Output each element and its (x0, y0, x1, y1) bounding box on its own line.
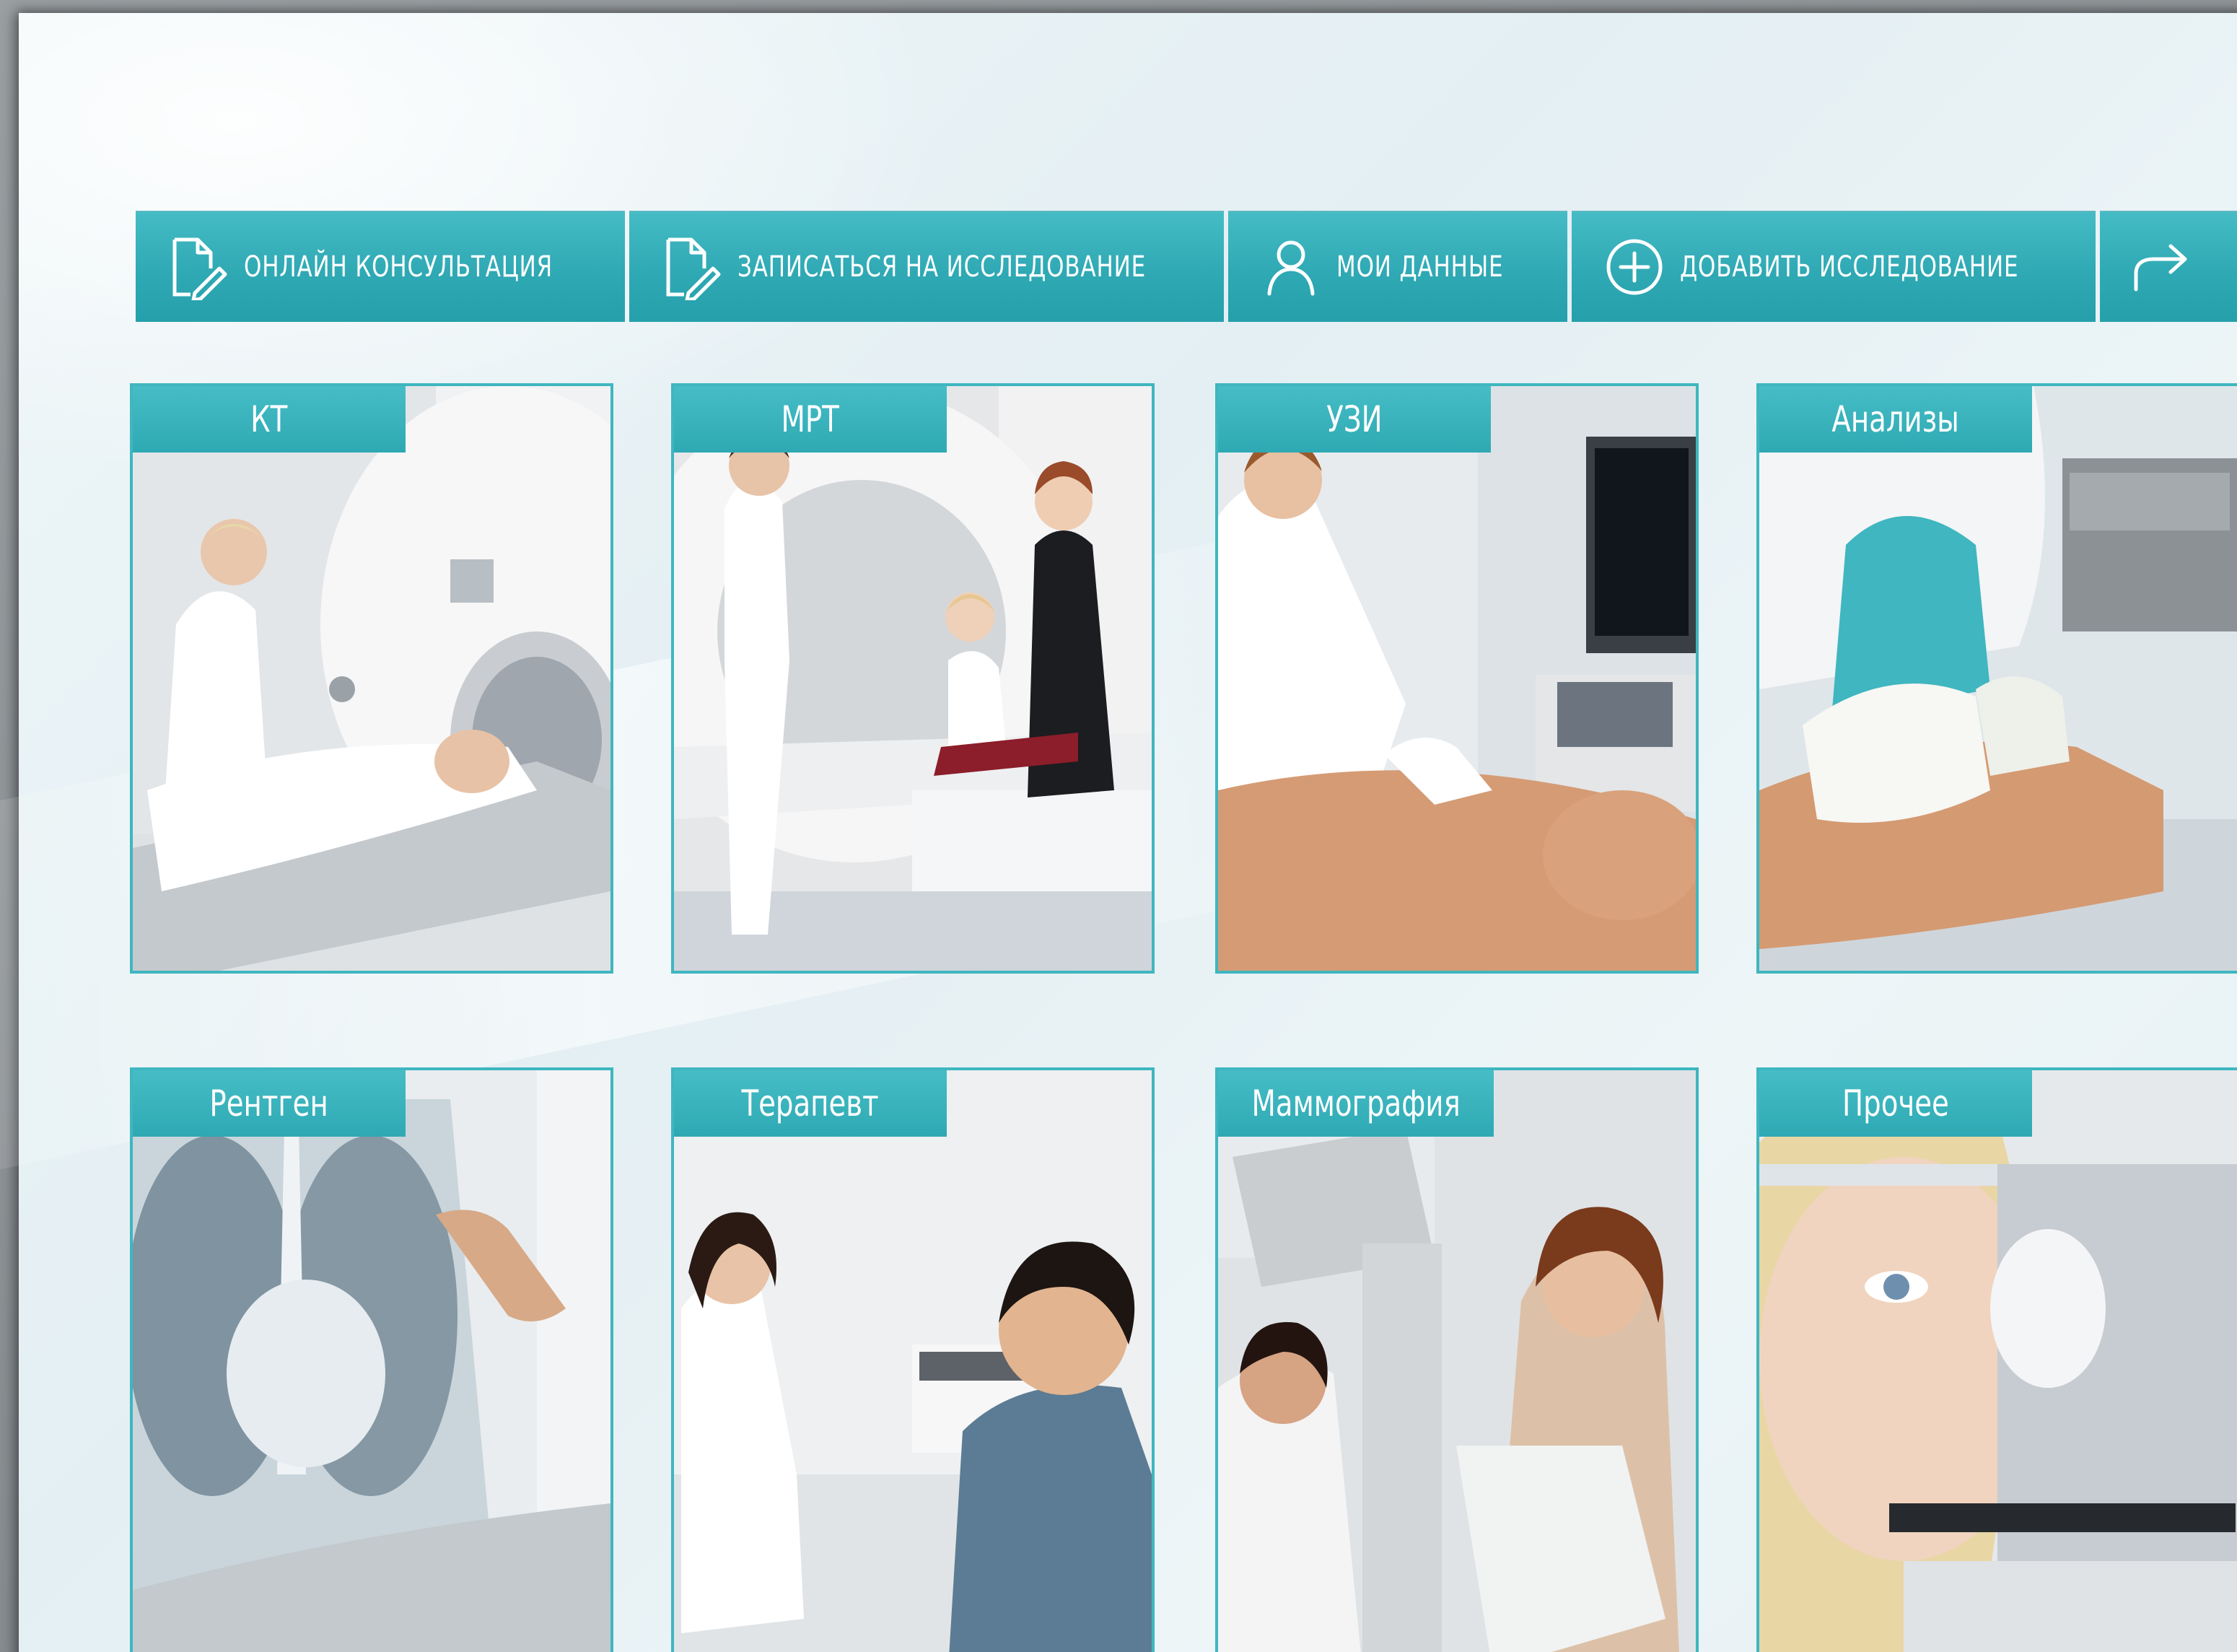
tile-title: Терапевт (674, 1070, 947, 1137)
tile-title: Прочее (1759, 1070, 2032, 1137)
tile-analyses[interactable]: Анализы (1756, 383, 2237, 974)
tile-ct[interactable]: КТ (130, 383, 613, 974)
tile-title: Анализы (1759, 386, 2032, 453)
nav-label: МОИ ДАННЫЕ (1336, 250, 1504, 284)
tile-title: МРТ (674, 386, 947, 453)
therapist-photo (674, 1070, 1152, 1652)
nav-button-share[interactable] (2100, 211, 2237, 322)
user-icon (1261, 234, 1321, 300)
document-pen-icon (662, 234, 722, 300)
share-arrow-icon (2132, 234, 2191, 300)
ultrasound-photo (1218, 386, 1696, 971)
tile-title: Рентген (133, 1070, 406, 1137)
nav-button-online-consultation[interactable]: ОНЛАЙН КОНСУЛЬТАЦИЯ (136, 211, 625, 322)
tile-therapist[interactable]: Терапевт (671, 1067, 1155, 1652)
blood-test-photo (1759, 386, 2237, 971)
plus-circle-icon (1605, 234, 1664, 300)
nav-button-book-examination[interactable]: ЗАПИСАТЬСЯ НА ИССЛЕДОВАНИЕ (629, 211, 1224, 322)
tile-mri[interactable]: МРТ (671, 383, 1155, 974)
document-pen-icon (169, 234, 228, 300)
page-background: ОНЛАЙН КОНСУЛЬТАЦИЯ ЗАПИСАТЬСЯ НА ИССЛЕД… (19, 13, 2237, 1652)
eye-exam-photo (1759, 1070, 2237, 1652)
nav-button-my-data[interactable]: МОИ ДАННЫЕ (1228, 211, 1567, 322)
tile-ultrasound[interactable]: УЗИ (1215, 383, 1699, 974)
top-nav: ОНЛАЙН КОНСУЛЬТАЦИЯ ЗАПИСАТЬСЯ НА ИССЛЕД… (136, 211, 2237, 322)
nav-button-add-examination[interactable]: ДОБАВИТЬ ИССЛЕДОВАНИЕ (1572, 211, 2096, 322)
tile-mammography[interactable]: Маммография (1215, 1067, 1699, 1652)
nav-label: ОНЛАЙН КОНСУЛЬТАЦИЯ (244, 250, 553, 284)
ct-scanner-photo (133, 386, 610, 971)
mammography-photo (1218, 1070, 1696, 1652)
tile-title: УЗИ (1218, 386, 1491, 453)
tile-xray[interactable]: Рентген (130, 1067, 613, 1652)
xray-photo (133, 1070, 610, 1652)
screen-frame: ОНЛАЙН КОНСУЛЬТАЦИЯ ЗАПИСАТЬСЯ НА ИССЛЕД… (0, 0, 2237, 1652)
nav-label: ДОБАВИТЬ ИССЛЕДОВАНИЕ (1680, 250, 2019, 284)
tile-title: КТ (133, 386, 406, 453)
tile-title: Маммография (1218, 1070, 1494, 1137)
nav-label: ЗАПИСАТЬСЯ НА ИССЛЕДОВАНИЕ (737, 250, 1147, 284)
tile-other[interactable]: Прочее (1756, 1067, 2237, 1652)
mri-scanner-photo (674, 386, 1152, 971)
